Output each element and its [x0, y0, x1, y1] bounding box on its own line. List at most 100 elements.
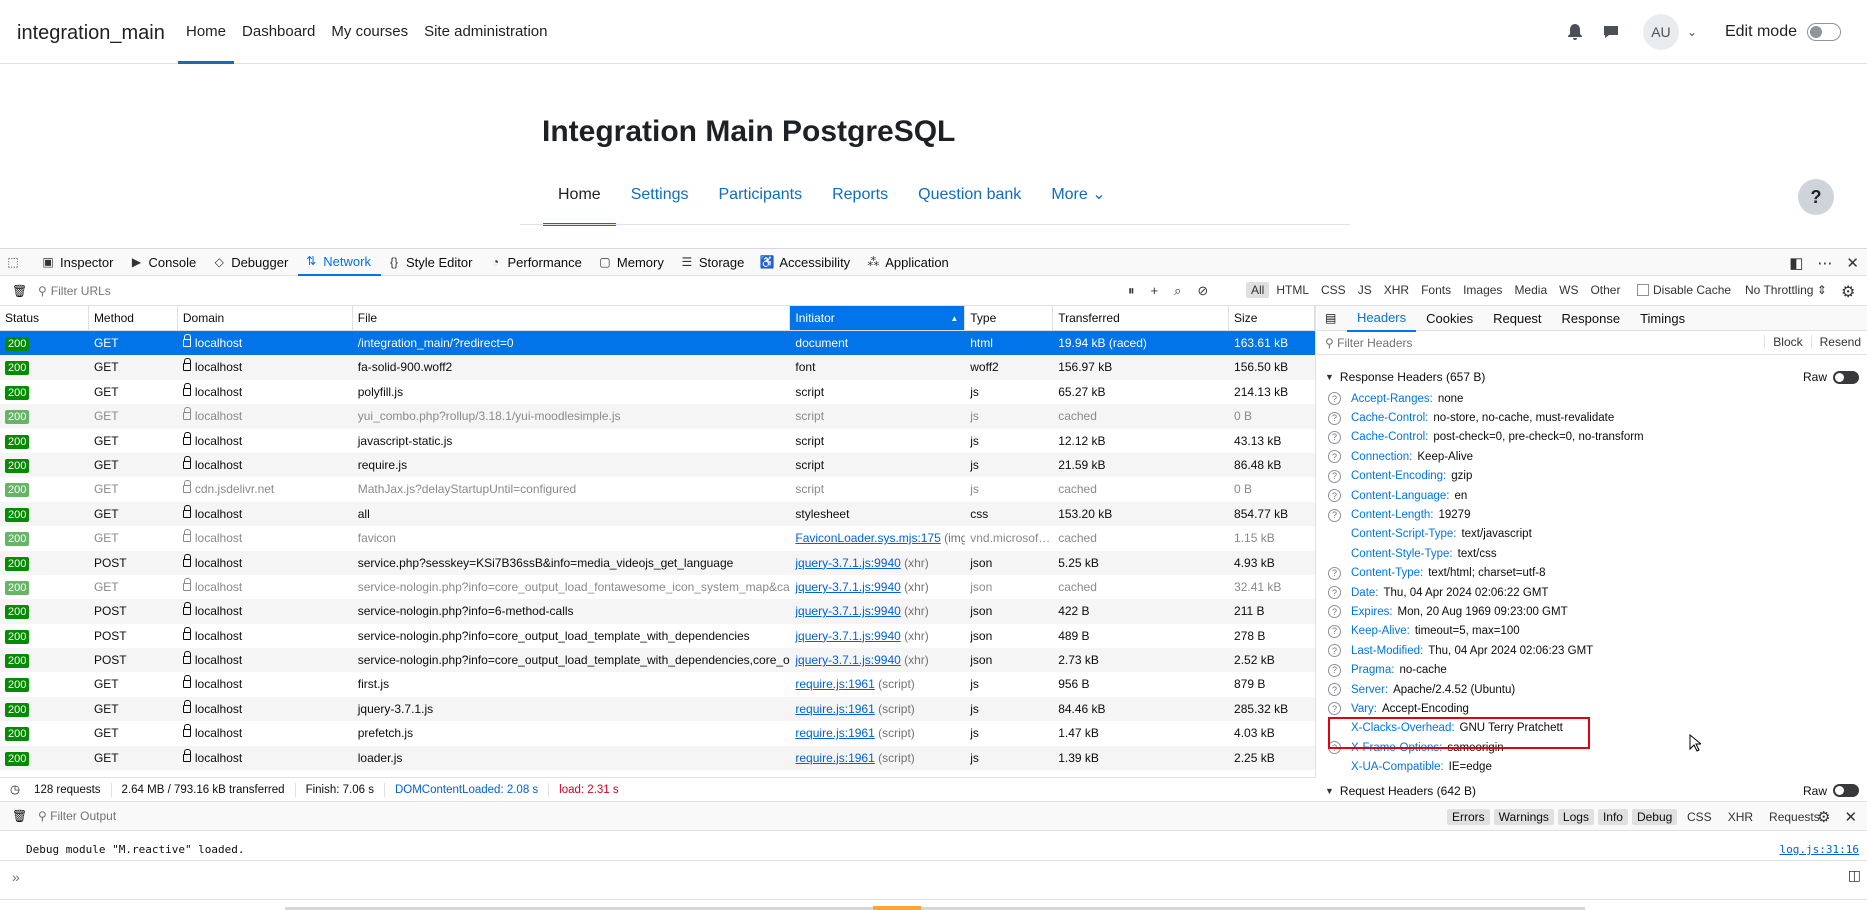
help-icon[interactable]: ? [1328, 605, 1341, 619]
table-row[interactable]: 200 GET cdn.jsdelivr.net MathJax.js?delaySt… [0, 477, 1315, 501]
col-domain[interactable]: Domain [178, 306, 353, 330]
gear-icon[interactable]: ⚙ [1817, 808, 1830, 826]
filter-requests-console[interactable]: Requests [1769, 810, 1820, 824]
table-row[interactable]: 200 GET localhost javascript-static.js scrip… [0, 429, 1315, 453]
header-row[interactable]: Content-Style-Type: text/css [1317, 544, 1867, 563]
block-button[interactable]: Block [1764, 335, 1803, 349]
table-row[interactable]: 200 GET localhost loader.js require.js:1961 … [0, 745, 1315, 771]
initiator-text[interactable]: require.js:1961 [795, 726, 874, 740]
close-icon[interactable]: ✕ [1844, 808, 1857, 826]
tab-storage[interactable]: ☰ Storage [674, 249, 755, 276]
nav-home[interactable]: Home [178, 0, 235, 64]
nav-dashboard[interactable]: Dashboard [234, 0, 323, 64]
initiator-text[interactable]: require.js:1961 [795, 702, 874, 716]
header-row[interactable]: ? Content-Encoding: gzip [1317, 467, 1867, 486]
filter-headers-input[interactable]: ⚲ Filter Headers [1325, 336, 1412, 350]
help-icon[interactable]: ? [1328, 508, 1341, 522]
trash-icon[interactable]: 🗑 [12, 809, 27, 823]
filter-css[interactable]: CSS [1316, 282, 1351, 298]
chat-icon[interactable] [1601, 22, 1621, 42]
search-icon[interactable]: ⌕ [1174, 283, 1181, 299]
table-row[interactable]: 200 GET localhost all stylesheet css 153.20 kB… [0, 501, 1315, 527]
header-row[interactable]: ? X-Frame-Options: sameorigin [1317, 738, 1867, 757]
header-row[interactable]: ? Content-Type: text/html; charset=utf-8 [1317, 564, 1867, 583]
raw-toggle[interactable]: Raw [1803, 370, 1859, 384]
dock-icon[interactable]: ◧ [1789, 254, 1803, 272]
tab-response[interactable]: Response [1552, 306, 1631, 331]
table-row[interactable]: 200 GET localhost polyfill.js script js 65.27 … [0, 380, 1315, 404]
block-icon[interactable]: ⊘ [1197, 283, 1208, 299]
table-row[interactable]: 200 GET localhost service-nologin.php?info=… [0, 575, 1315, 599]
header-row[interactable]: ? Content-Length: 19279 [1317, 505, 1867, 524]
header-row[interactable]: ? Last-Modified: Thu, 04 Apr 2024 02:06:23… [1317, 641, 1867, 660]
help-icon[interactable]: ? [1328, 624, 1341, 638]
filter-urls-input[interactable] [50, 283, 1031, 298]
resend-button[interactable]: Resend [1810, 335, 1861, 349]
header-row[interactable]: ? Cache-Control: no-store, no-cache, must-… [1317, 408, 1867, 427]
course-nav-question-bank[interactable]: Question bank [903, 178, 1036, 226]
tab-performance[interactable]: ◔ Performance [482, 249, 591, 276]
filter-css-console[interactable]: CSS [1687, 810, 1712, 824]
bell-icon[interactable] [1565, 22, 1585, 42]
filter-html[interactable]: HTML [1271, 282, 1314, 298]
tab-memory[interactable]: ▢ Memory [592, 249, 674, 276]
help-icon[interactable]: ? [1328, 683, 1341, 697]
tab-cookies[interactable]: Cookies [1416, 306, 1483, 331]
tab-request[interactable]: Request [1483, 306, 1551, 331]
filter-ws[interactable]: WS [1554, 282, 1583, 298]
tab-headers[interactable]: Headers [1347, 305, 1417, 332]
col-transferred[interactable]: Transferred [1053, 306, 1230, 330]
gear-icon[interactable]: ⚙ [1841, 282, 1855, 302]
more-options-icon[interactable]: ⋯ [1817, 254, 1832, 272]
tab-style-editor[interactable]: {} Style Editor [381, 249, 482, 276]
filter-fonts[interactable]: Fonts [1416, 282, 1456, 298]
raw-toggle[interactable]: Raw [1803, 784, 1859, 798]
table-row[interactable]: 200 GET localhost fa-solid-900.woff2 font wof… [0, 355, 1315, 380]
filter-errors[interactable]: Errors [1447, 809, 1490, 825]
col-status[interactable]: Status [0, 306, 89, 330]
header-row[interactable]: ? Expires: Mon, 20 Aug 1969 09:23:00 GMT [1317, 602, 1867, 621]
table-row[interactable]: 200 POST localhost service-nologin.php?info… [0, 624, 1315, 648]
header-row[interactable]: ? Cache-Control: post-check=0, pre-check=0… [1317, 428, 1867, 447]
header-row[interactable]: ? Vary: Accept-Encoding [1317, 699, 1867, 718]
tab-application[interactable]: ⁂ Application [860, 249, 959, 276]
request-headers-section[interactable]: ▼ Request Headers (642 B) Raw [1317, 779, 1867, 803]
help-icon[interactable]: ? [1328, 741, 1341, 755]
header-row[interactable]: ? Date: Thu, 04 Apr 2024 02:06:22 GMT [1317, 583, 1867, 602]
initiator-text[interactable]: jquery-3.7.1.js:9940 [795, 580, 900, 594]
avatar[interactable]: AU [1642, 14, 1679, 50]
filter-warnings[interactable]: Warnings [1493, 809, 1554, 825]
tab-debugger[interactable]: ◇ Debugger [206, 249, 298, 276]
initiator-text[interactable]: require.js:1961 [795, 677, 874, 691]
filter-images[interactable]: Images [1458, 282, 1507, 298]
header-row[interactable]: ? Accept-Ranges: none [1317, 389, 1867, 408]
pause-icon[interactable]: ⏸ [1128, 283, 1135, 299]
header-row[interactable]: ? Keep-Alive: timeout=5, max=100 [1317, 622, 1867, 641]
help-icon[interactable]: ? [1328, 586, 1341, 600]
header-row[interactable]: X-Clacks-Overhead: GNU Terry Pratchett [1317, 719, 1867, 738]
site-brand[interactable]: integration_main [17, 22, 165, 45]
table-row[interactable]: 200 GET localhost prefetch.js require.js:196… [0, 721, 1315, 745]
header-row[interactable]: Content-Script-Type: text/javascript [1317, 525, 1867, 544]
initiator-text[interactable]: FaviconLoader.sys.mjs:175 [795, 531, 940, 545]
help-icon[interactable]: ? [1328, 702, 1341, 716]
course-nav-participants[interactable]: Participants [704, 178, 818, 226]
filter-js[interactable]: JS [1353, 282, 1377, 298]
disable-cache-checkbox[interactable]: Disable Cache [1637, 283, 1731, 297]
col-method[interactable]: Method [89, 306, 178, 330]
help-icon[interactable]: ? [1328, 411, 1341, 425]
course-nav-more[interactable]: More ⌄ [1036, 178, 1120, 226]
course-nav-reports[interactable]: Reports [817, 178, 903, 226]
header-row[interactable]: ? Connection: Keep-Alive [1317, 447, 1867, 466]
filter-debug[interactable]: Debug [1631, 809, 1678, 825]
filter-other[interactable]: Other [1585, 282, 1625, 298]
initiator-text[interactable]: jquery-3.7.1.js:9940 [795, 629, 900, 643]
filter-all[interactable]: All [1246, 282, 1270, 298]
help-icon[interactable]: ? [1328, 489, 1341, 503]
trash-icon[interactable]: 🗑 [12, 284, 27, 298]
close-icon[interactable]: ✕ [1846, 254, 1859, 272]
table-row[interactable]: 200 GET localhost favicon FaviconLoader.sys.… [0, 526, 1315, 550]
console-message-source[interactable]: log.js:31:16 [1780, 839, 1859, 861]
console-input[interactable]: » [0, 863, 1867, 891]
header-row[interactable]: ? Server: Apache/2.4.52 (Ubuntu) [1317, 680, 1867, 699]
